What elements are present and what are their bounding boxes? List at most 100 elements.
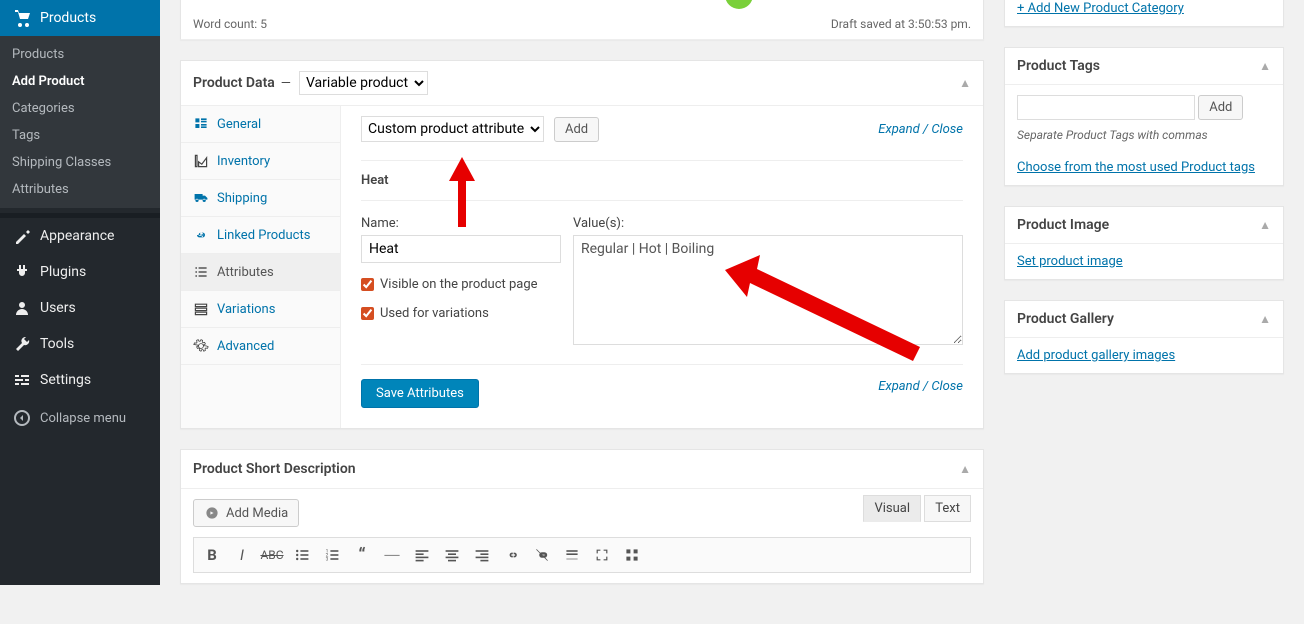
- add-attribute-button[interactable]: Add: [554, 117, 599, 142]
- sidebar-plugins[interactable]: Plugins: [0, 254, 160, 290]
- sidebar-plugins-label: Plugins: [40, 264, 86, 280]
- expand-close-link-bottom[interactable]: Expand / Close: [878, 379, 963, 408]
- set-image-link[interactable]: Set product image: [1017, 254, 1123, 269]
- sidebar-settings[interactable]: Settings: [0, 362, 160, 398]
- tab-shipping[interactable]: Shipping: [181, 180, 340, 217]
- panel-toggle-icon[interactable]: ▲: [1259, 218, 1271, 232]
- editor-toolbar: B I ABC 123 “ —: [193, 537, 971, 573]
- attribute-name-input[interactable]: [361, 235, 561, 263]
- product-gallery-panel: Product Gallery ▲ Add product gallery im…: [1004, 300, 1284, 374]
- tags-add-button[interactable]: Add: [1198, 95, 1243, 120]
- expand-close-link[interactable]: Expand / Close: [878, 122, 963, 137]
- ol-button[interactable]: 123: [318, 542, 346, 568]
- cart-icon: [12, 8, 32, 28]
- tab-attributes-label: Attributes: [217, 265, 274, 280]
- layers-icon: [193, 301, 209, 317]
- sidebar-products[interactable]: Products: [0, 0, 160, 36]
- tab-variations[interactable]: Variations: [181, 291, 340, 328]
- text-tab[interactable]: Text: [924, 495, 971, 522]
- link-icon: [504, 547, 520, 563]
- link-button[interactable]: [498, 542, 526, 568]
- category-panel-partial: + Add New Product Category: [1004, 0, 1284, 27]
- align-right-button[interactable]: [468, 542, 496, 568]
- visible-checkbox[interactable]: [361, 278, 374, 291]
- tags-input[interactable]: [1017, 95, 1195, 120]
- attribute-type-select[interactable]: Custom product attribute: [361, 116, 544, 142]
- ol-icon: 123: [324, 547, 340, 563]
- truck-icon: [193, 190, 209, 206]
- fullscreen-button[interactable]: [588, 542, 616, 568]
- annotation-arrow-icon: [447, 157, 477, 227]
- sidebar-item-attributes[interactable]: Attributes: [0, 176, 160, 203]
- product-data-dash: —: [281, 76, 291, 91]
- sidebar-item-add-product[interactable]: Add Product: [0, 68, 160, 95]
- sidebar-item-products[interactable]: Products: [0, 41, 160, 68]
- panel-toggle-icon[interactable]: ▲: [1259, 59, 1271, 73]
- used-variations-checkbox[interactable]: [361, 307, 374, 320]
- sidebar-users-label: Users: [40, 300, 76, 316]
- toolbar-toggle-button[interactable]: [618, 542, 646, 568]
- product-data-title: Product Data: [193, 75, 275, 91]
- toolbar-toggle-icon: [624, 547, 640, 563]
- tab-linked-products[interactable]: Linked Products: [181, 217, 340, 254]
- sidebar-tools[interactable]: Tools: [0, 326, 160, 362]
- align-center-button[interactable]: [438, 542, 466, 568]
- product-image-title: Product Image: [1017, 217, 1109, 233]
- panel-toggle-icon[interactable]: ▲: [959, 76, 971, 90]
- gear-icon: [193, 338, 209, 354]
- tab-advanced[interactable]: Advanced: [181, 328, 340, 365]
- sidebar-item-tags[interactable]: Tags: [0, 122, 160, 149]
- admin-sidebar: Products Products Add Product Categories…: [0, 0, 160, 585]
- media-icon: [204, 505, 220, 521]
- brush-icon: [12, 226, 32, 246]
- grid-icon: [193, 116, 209, 132]
- product-type-select[interactable]: Variable product: [299, 71, 428, 95]
- strike-button[interactable]: ABC: [258, 542, 286, 568]
- product-data-tabs: General Inventory Shipping Linked P: [181, 106, 341, 428]
- tab-inventory-label: Inventory: [217, 154, 270, 169]
- sidebar-users[interactable]: Users: [0, 290, 160, 326]
- fullscreen-icon: [594, 547, 610, 563]
- tags-most-used-link[interactable]: Choose from the most used Product tags: [1017, 160, 1255, 175]
- tab-variations-label: Variations: [217, 302, 275, 317]
- collapse-icon: [12, 408, 32, 428]
- panel-toggle-icon[interactable]: ▲: [1259, 312, 1271, 326]
- sidebar-tools-label: Tools: [40, 336, 74, 352]
- product-image-panel: Product Image ▲ Set product image: [1004, 206, 1284, 280]
- add-category-link[interactable]: + Add New Product Category: [1017, 1, 1184, 16]
- values-label: Value(s):: [573, 216, 963, 231]
- italic-button[interactable]: I: [228, 542, 256, 568]
- collapse-menu[interactable]: Collapse menu: [0, 398, 160, 438]
- save-attributes-button[interactable]: Save Attributes: [361, 379, 479, 408]
- product-tags-panel: Product Tags ▲ Add Separate Product Tags…: [1004, 47, 1284, 186]
- add-media-button[interactable]: Add Media: [193, 499, 299, 527]
- panel-toggle-icon[interactable]: ▲: [959, 462, 971, 476]
- tab-general[interactable]: General: [181, 106, 340, 143]
- sidebar-appearance-label: Appearance: [40, 228, 114, 244]
- sidebar-item-shipping-classes[interactable]: Shipping Classes: [0, 149, 160, 176]
- bold-button[interactable]: B: [198, 542, 226, 568]
- collapse-menu-label: Collapse menu: [40, 411, 126, 426]
- more-button[interactable]: [558, 542, 586, 568]
- hr-button[interactable]: —: [378, 542, 406, 568]
- align-right-icon: [474, 547, 490, 563]
- tab-inventory[interactable]: Inventory: [181, 143, 340, 180]
- ul-button[interactable]: [288, 542, 316, 568]
- user-icon: [12, 298, 32, 318]
- short-description-panel: Product Short Description ▲ Add Media Vi…: [180, 449, 984, 584]
- unlink-button[interactable]: [528, 542, 556, 568]
- sidebar-item-categories[interactable]: Categories: [0, 95, 160, 122]
- visual-tab[interactable]: Visual: [863, 495, 921, 522]
- link-icon: [193, 227, 209, 243]
- tab-attributes[interactable]: Attributes: [181, 254, 340, 291]
- align-left-button[interactable]: [408, 542, 436, 568]
- sidebar-settings-label: Settings: [40, 372, 91, 388]
- annotation-arrow-icon: [725, 255, 925, 365]
- sidebar-appearance[interactable]: Appearance: [0, 218, 160, 254]
- sliders-icon: [12, 370, 32, 390]
- quote-button[interactable]: “: [348, 542, 376, 568]
- used-variations-label: Used for variations: [380, 306, 489, 321]
- sidebar-products-submenu: Products Add Product Categories Tags Shi…: [0, 36, 160, 208]
- more-icon: [564, 547, 580, 563]
- add-gallery-link[interactable]: Add product gallery images: [1017, 348, 1175, 363]
